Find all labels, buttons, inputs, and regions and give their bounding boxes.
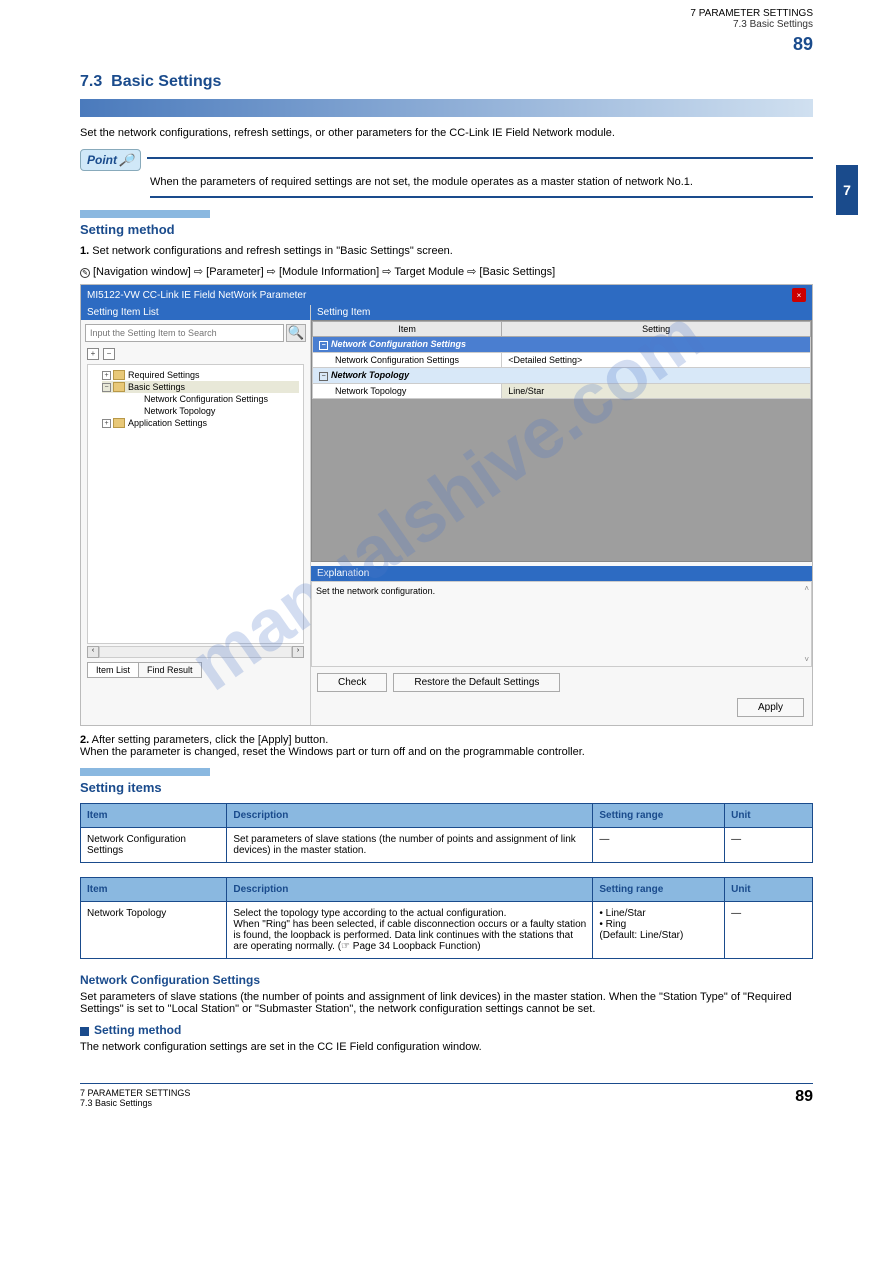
grid-cell: Network Topology <box>313 384 502 399</box>
page-footer: 7 PARAMETER SETTINGS 7.3 Basic Settings … <box>0 1083 893 1108</box>
table-cell: — <box>725 902 813 959</box>
binoculars-icon: 🔍 <box>288 325 305 341</box>
table-cell: Select the topology type according to th… <box>227 902 593 959</box>
th-unit: Unit <box>725 804 813 828</box>
folder-icon <box>113 418 125 428</box>
tree-scrollbar[interactable]: ‹ › <box>87 646 304 658</box>
dialog-title: MI5122-VW CC-Link IE Field NetWork Param… <box>87 290 306 301</box>
explanation-body: Set the network configuration. ˄ ˅ <box>311 581 812 667</box>
expand-icon[interactable]: + <box>102 419 111 428</box>
th-description: Description <box>227 804 593 828</box>
section-title: 7.3 Basic Settings <box>80 73 813 91</box>
sub-header-bar <box>80 210 210 218</box>
chapter-tab: 7 <box>836 165 858 215</box>
expand-all-icon[interactable]: + <box>87 348 99 360</box>
th-range: Setting range <box>593 878 725 902</box>
sub-header-bar <box>80 768 210 776</box>
apply-button[interactable]: Apply <box>737 698 804 717</box>
footer-chapter: 7 PARAMETER SETTINGS <box>80 1088 190 1098</box>
tree-toolbar: +− <box>81 346 310 362</box>
table-cell: Network Topology <box>81 902 227 959</box>
intro-text: Set the network configurations, refresh … <box>80 127 813 139</box>
grid-cell-value[interactable]: Line/Star <box>502 384 811 399</box>
right-panel-header: Setting Item <box>311 305 812 320</box>
left-panel-header: Setting Item List <box>81 305 310 320</box>
th-item: Item <box>81 878 227 902</box>
point-bottom-rule <box>150 196 813 198</box>
tree-item[interactable]: Application Settings <box>128 418 207 428</box>
table-cell: Set parameters of slave stations (the nu… <box>227 828 593 863</box>
scroll-right-icon[interactable]: › <box>292 646 304 658</box>
page-header: 7 PARAMETER SETTINGS 7.3 Basic Settings … <box>0 0 893 55</box>
restore-defaults-button[interactable]: Restore the Default Settings <box>393 673 560 692</box>
setting-items-title: Setting items <box>80 780 813 795</box>
footer-page-number: 89 <box>795 1088 813 1108</box>
settings-grid: Item Setting −Network Configuration Sett… <box>311 320 812 562</box>
sub-setting-method-title: Setting method <box>80 1023 813 1037</box>
th-unit: Unit <box>725 878 813 902</box>
collapse-icon[interactable]: − <box>102 383 111 392</box>
table-cell: — <box>593 828 725 863</box>
grid-category[interactable]: −Network Topology <box>313 368 811 384</box>
search-button[interactable]: 🔍 <box>286 324 306 342</box>
scroll-left-icon[interactable]: ‹ <box>87 646 99 658</box>
tree-item[interactable]: Network Configuration Settings <box>144 394 268 404</box>
scroll-up-icon[interactable]: ˄ <box>804 584 809 593</box>
navigation-path: ✎[Navigation window] ⇨ [Parameter] ⇨ [Mo… <box>80 265 813 278</box>
th-item: Item <box>81 804 227 828</box>
tab-find-result[interactable]: Find Result <box>138 662 202 678</box>
check-button[interactable]: Check <box>317 673 387 692</box>
square-bullet-icon <box>80 1027 89 1036</box>
explanation-header: Explanation <box>311 566 812 581</box>
table-cell: Network Configuration Settings <box>81 828 227 863</box>
grid-header-item: Item <box>313 322 502 337</box>
title-underline <box>80 99 813 117</box>
grid-header-setting: Setting <box>502 322 811 337</box>
folder-icon <box>113 370 125 380</box>
table-cell: • Line/Star • Ring (Default: Line/Star) <box>593 902 725 959</box>
grid-cell: Network Configuration Settings <box>313 353 502 368</box>
scroll-down-icon[interactable]: ˅ <box>804 655 809 664</box>
magnifier-icon: 🔎 <box>119 153 134 167</box>
grid-category[interactable]: −Network Configuration Settings <box>313 337 811 353</box>
close-icon[interactable]: × <box>792 288 806 302</box>
setting-items-table-1: Item Description Setting range Unit Netw… <box>80 803 813 863</box>
dialog-titlebar: MI5122-VW CC-Link IE Field NetWork Param… <box>81 285 812 305</box>
network-config-intro: Set parameters of slave stations (the nu… <box>80 991 813 1015</box>
tree-item[interactable]: Required Settings <box>128 370 200 380</box>
sub-setting-method-text: The network configuration settings are s… <box>80 1041 813 1053</box>
th-range: Setting range <box>593 804 725 828</box>
collapse-all-icon[interactable]: − <box>103 348 115 360</box>
network-config-title: Network Configuration Settings <box>80 973 813 987</box>
footer-sub: 7.3 Basic Settings <box>80 1098 190 1108</box>
search-input[interactable] <box>85 324 284 342</box>
expand-icon[interactable]: + <box>102 371 111 380</box>
step-2: 2. After setting parameters, click the [… <box>80 734 813 758</box>
point-badge: Point🔎 <box>80 149 141 171</box>
settings-tree[interactable]: + Required Settings − Basic Settings Netwo… <box>87 364 304 644</box>
setting-method-title: Setting method <box>80 222 813 237</box>
tree-item[interactable]: Basic Settings <box>128 382 185 392</box>
folder-icon <box>113 382 125 392</box>
th-description: Description <box>227 878 593 902</box>
header-chapter: 7 PARAMETER SETTINGS <box>690 8 813 19</box>
step-1: 1. Set network configurations and refres… <box>80 245 813 257</box>
setting-items-table-2: Item Description Setting range Unit Netw… <box>80 877 813 959</box>
tree-item[interactable]: Network Topology <box>144 406 215 416</box>
table-cell: — <box>725 828 813 863</box>
grid-cell-link[interactable]: <Detailed Setting> <box>502 353 811 368</box>
header-sub: 7.3 Basic Settings <box>690 19 813 30</box>
nav-icon: ✎ <box>80 268 90 278</box>
dialog-screenshot: MI5122-VW CC-Link IE Field NetWork Param… <box>80 284 813 726</box>
point-body: When the parameters of required settings… <box>150 175 813 190</box>
header-page-number: 89 <box>690 34 813 55</box>
tab-item-list[interactable]: Item List <box>87 662 139 678</box>
point-callout: Point🔎 <box>80 149 813 171</box>
